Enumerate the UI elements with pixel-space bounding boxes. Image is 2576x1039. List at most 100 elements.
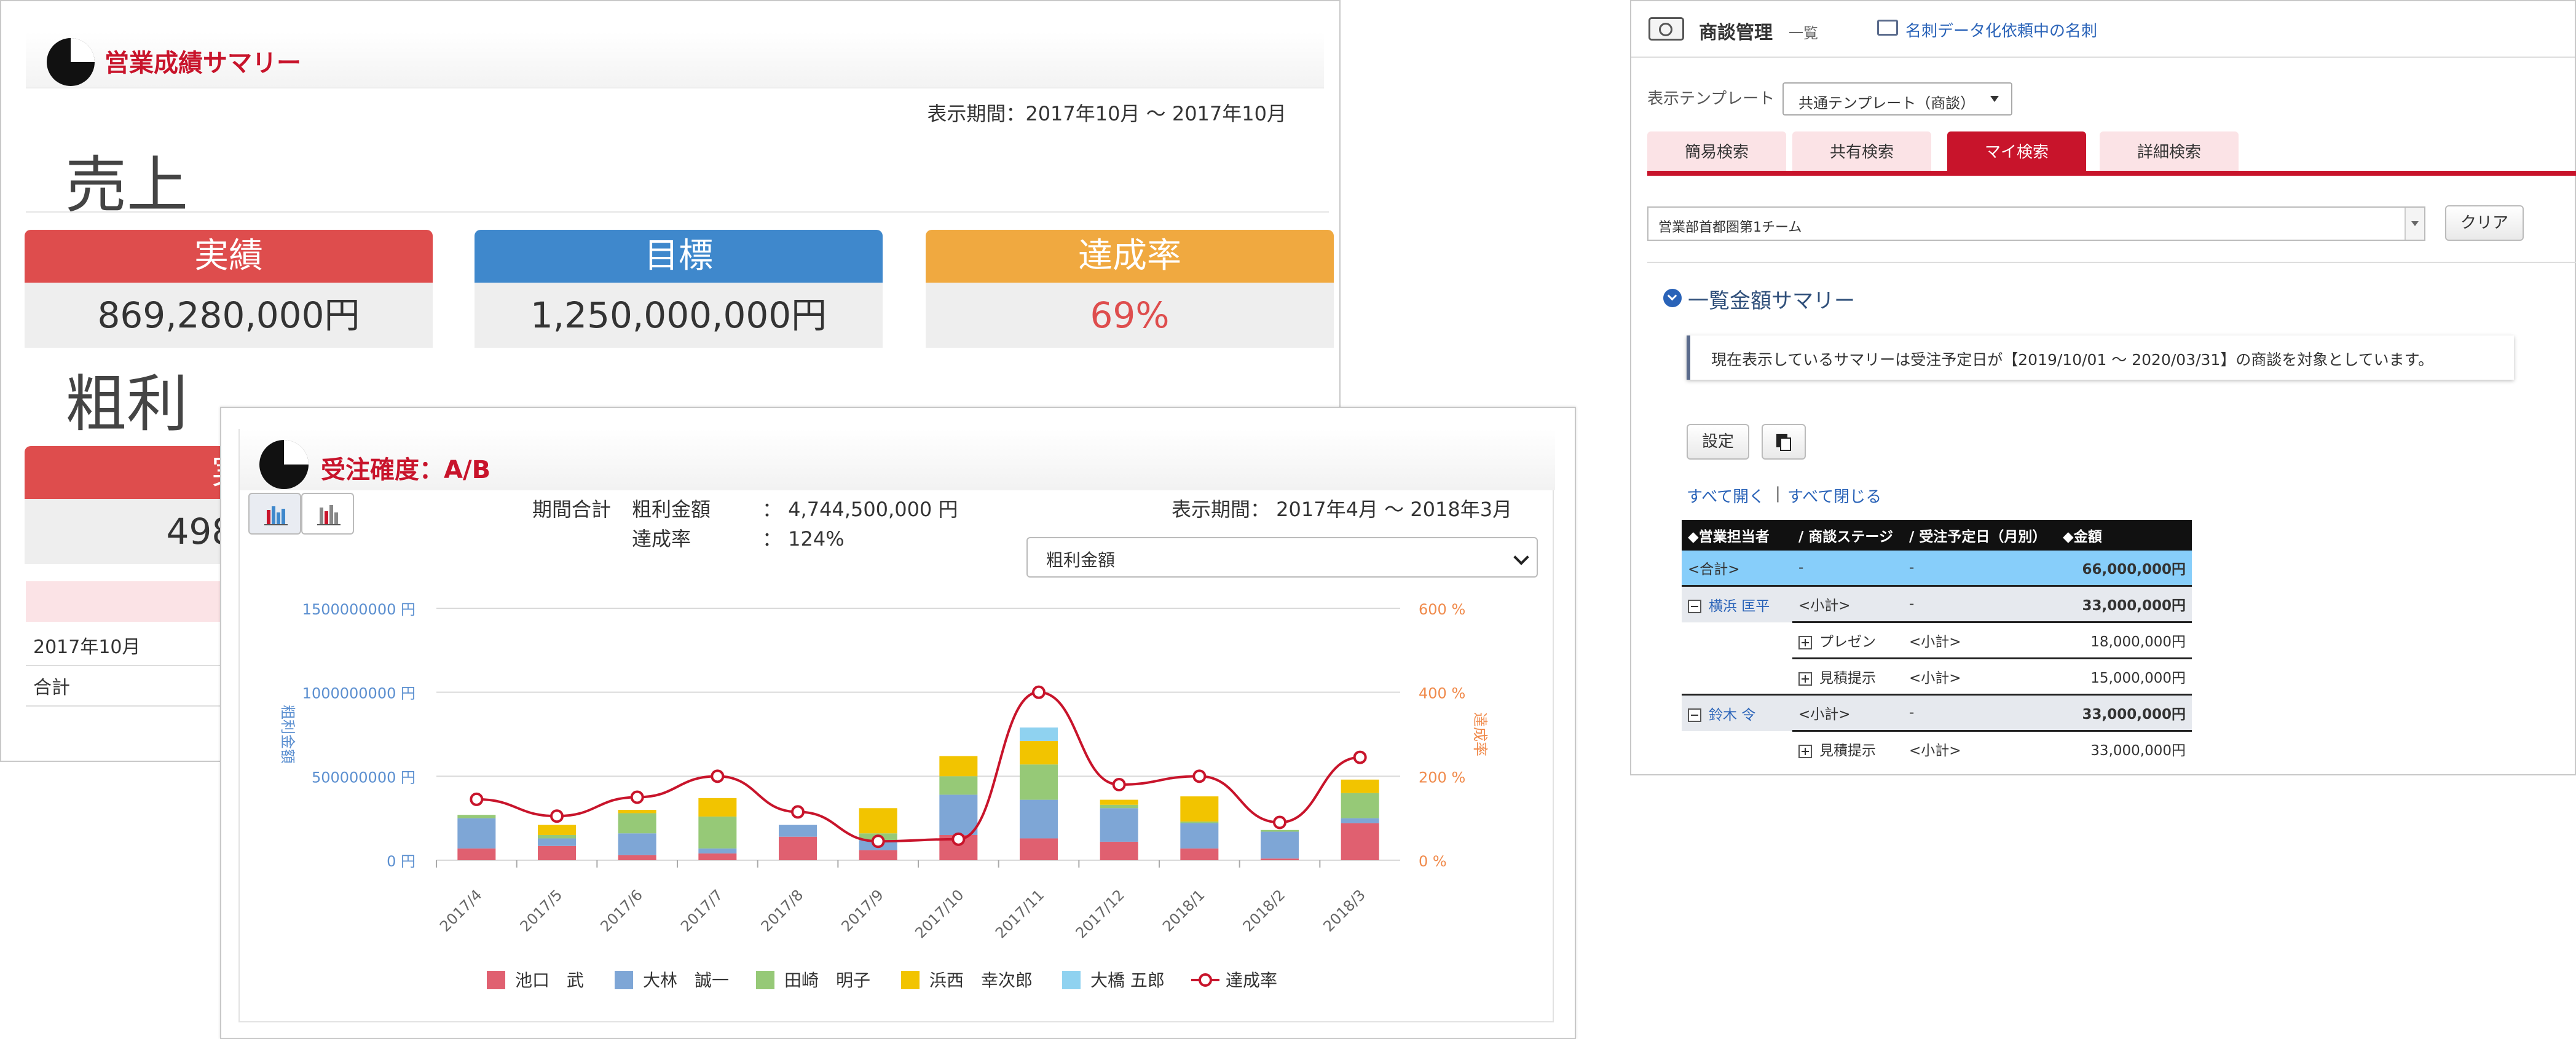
team-select[interactable]: 営業部首都圏第1チーム <box>1647 206 2425 241</box>
table-row: 見積提示 <小計> 33,000,000円 <box>1682 731 2192 767</box>
bar-segment <box>779 836 817 860</box>
rate-card-header: 達成率 <box>926 230 1334 283</box>
legend-swatch <box>756 971 774 989</box>
caret-down-icon <box>1990 96 1999 102</box>
achievement-point <box>871 834 885 849</box>
legend-item: 浜西 幸次郎 <box>901 967 1033 992</box>
card-digitize-link[interactable]: 名刺データ化依頼中の名刺 <box>1905 18 2097 41</box>
tab-shared-search[interactable]: 共有検索 <box>1792 131 1931 173</box>
owner-name[interactable]: 横浜 匡平 <box>1709 598 1770 614</box>
bar-segment <box>1180 821 1219 823</box>
summary-period: 表示期間：2017年10月 ～ 2017年10月 <box>927 102 1286 125</box>
achievement-point <box>1112 778 1126 791</box>
row-amount: 33,000,000円 <box>2057 586 2192 623</box>
collapse-icon[interactable] <box>1688 600 1701 614</box>
line-marker-icon <box>1191 973 1219 987</box>
x-tick-label: 2017/7 <box>677 886 727 935</box>
achievement-point <box>791 805 805 819</box>
summary-heading[interactable]: 一覧金額サマリー <box>1688 284 1855 314</box>
y2-axis-label: 達成率 <box>1471 712 1489 756</box>
row-stage: 見積提示 <box>1819 670 1876 686</box>
tab-simple-search[interactable]: 簡易検索 <box>1647 131 1786 173</box>
column-header-stage[interactable]: / 商談ステージ <box>1792 520 1903 551</box>
column-header-owner[interactable]: ◆営業担当者 <box>1682 520 1792 551</box>
y2-tick-label: 200 % <box>1419 769 1465 786</box>
table-row: 合計 <box>33 677 70 699</box>
legend-item: 大橋 五郎 <box>1062 967 1165 992</box>
row-stage: 見積提示 <box>1819 743 1876 759</box>
bar-segment <box>457 848 496 860</box>
bar-segment <box>1020 799 1058 839</box>
tab-my-search[interactable]: マイ検索 <box>1947 131 2086 173</box>
achievement-point <box>1192 769 1207 783</box>
copy-button[interactable] <box>1762 424 1806 460</box>
bar-segment <box>618 813 656 834</box>
bar-segment <box>1100 808 1138 842</box>
bar-segment <box>1180 823 1219 849</box>
pie-chart-icon <box>47 38 95 86</box>
bar-segment <box>1261 831 1299 859</box>
business-card-icon <box>1877 20 1898 36</box>
settings-button[interactable]: 設定 <box>1687 424 1749 460</box>
bar-segment <box>1341 818 1379 823</box>
table-row-total: <合計> - - 66,000,000円 <box>1682 551 2192 587</box>
clear-button[interactable]: クリア <box>2445 205 2524 241</box>
achievement-point <box>1032 685 1046 699</box>
tab-detail-search[interactable]: 詳細検索 <box>2100 131 2239 173</box>
column-header-date[interactable]: / 受注予定日（月別） <box>1903 520 2057 551</box>
x-tick-label: 2018/2 <box>1240 886 1289 935</box>
bar-segment <box>939 794 978 835</box>
chevron-down-circle-icon[interactable] <box>1663 289 1682 307</box>
deals-topbar <box>1631 1 2575 58</box>
owner-name[interactable]: 鈴木 令 <box>1709 707 1755 723</box>
bar-segment <box>939 776 978 795</box>
expand-icon[interactable] <box>1798 744 1812 758</box>
bar-segment <box>1100 841 1138 860</box>
stacked-bar-line-chart: 0 円 500000000 円 1000000000 円 1500000000 円 0 … <box>279 601 1489 942</box>
table-row: 鈴木 令 <小計> - 33,000,000円 <box>1682 694 2192 732</box>
legend-label: 大林 誠一 <box>643 970 730 990</box>
bar-segment <box>1341 793 1379 818</box>
x-tick-label: 2018/3 <box>1320 886 1369 935</box>
bar-segment <box>538 835 576 839</box>
legend-label: 池口 武 <box>515 970 585 990</box>
row-amount: 33,000,000円 <box>2057 694 2192 732</box>
achievement-point <box>1273 815 1286 829</box>
bar-segment <box>1341 823 1379 860</box>
legend-label: 達成率 <box>1226 970 1278 990</box>
template-select[interactable]: 共通テンプレート（商談） <box>1782 82 2012 116</box>
bar-segment <box>1020 764 1058 800</box>
bar-segment <box>457 818 496 849</box>
deals-title-suffix: 一覧 <box>1789 25 1818 42</box>
legend-swatch <box>1062 971 1081 989</box>
total-stage: - <box>1792 551 1903 587</box>
y-tick-label: 500000000 円 <box>312 769 416 786</box>
expand-all-link[interactable]: すべて開く <box>1687 484 1765 507</box>
expand-icon[interactable] <box>1798 635 1812 649</box>
divider <box>26 211 1329 213</box>
bar-segment <box>1100 799 1138 805</box>
x-tick-label: 2017/6 <box>597 886 646 935</box>
achievement-point <box>951 832 966 846</box>
table-row: プレゼン <小計> 18,000,000円 <box>1682 622 2192 659</box>
collapse-all-link[interactable]: すべて閉じる <box>1787 484 1881 507</box>
table-row: 見積提示 <小計> 15,000,000円 <box>1682 658 2192 696</box>
total-label: <合計> <box>1682 551 1792 587</box>
achievement-point <box>550 809 564 823</box>
bar-segment <box>618 833 656 855</box>
row-date: - <box>1903 586 2057 623</box>
legend-label: 浜西 幸次郎 <box>929 970 1033 990</box>
x-tick-label: 2017/8 <box>758 886 807 935</box>
table-header-row: ◆営業担当者 / 商談ステージ / 受注予定日（月別） ◆金額 <box>1682 520 2192 551</box>
legend-label: 大橋 五郎 <box>1090 970 1165 990</box>
collapse-icon[interactable] <box>1688 708 1701 723</box>
column-header-amount[interactable]: ◆金額 <box>2057 520 2192 551</box>
row-date: <小計> <box>1903 622 2057 659</box>
x-tick-label: 2018/1 <box>1159 886 1208 935</box>
gross-heading: 粗利 <box>65 368 188 440</box>
bar-segment <box>1020 727 1058 741</box>
row-date: <小計> <box>1909 743 1961 759</box>
bar-segment <box>1261 829 1299 832</box>
expand-icon[interactable] <box>1798 672 1812 686</box>
order-probability-chart-panel: 受注確度：A/B 期間合計 粗利金額 ： 4,744,500,000 円 達成率… <box>220 407 1576 1039</box>
